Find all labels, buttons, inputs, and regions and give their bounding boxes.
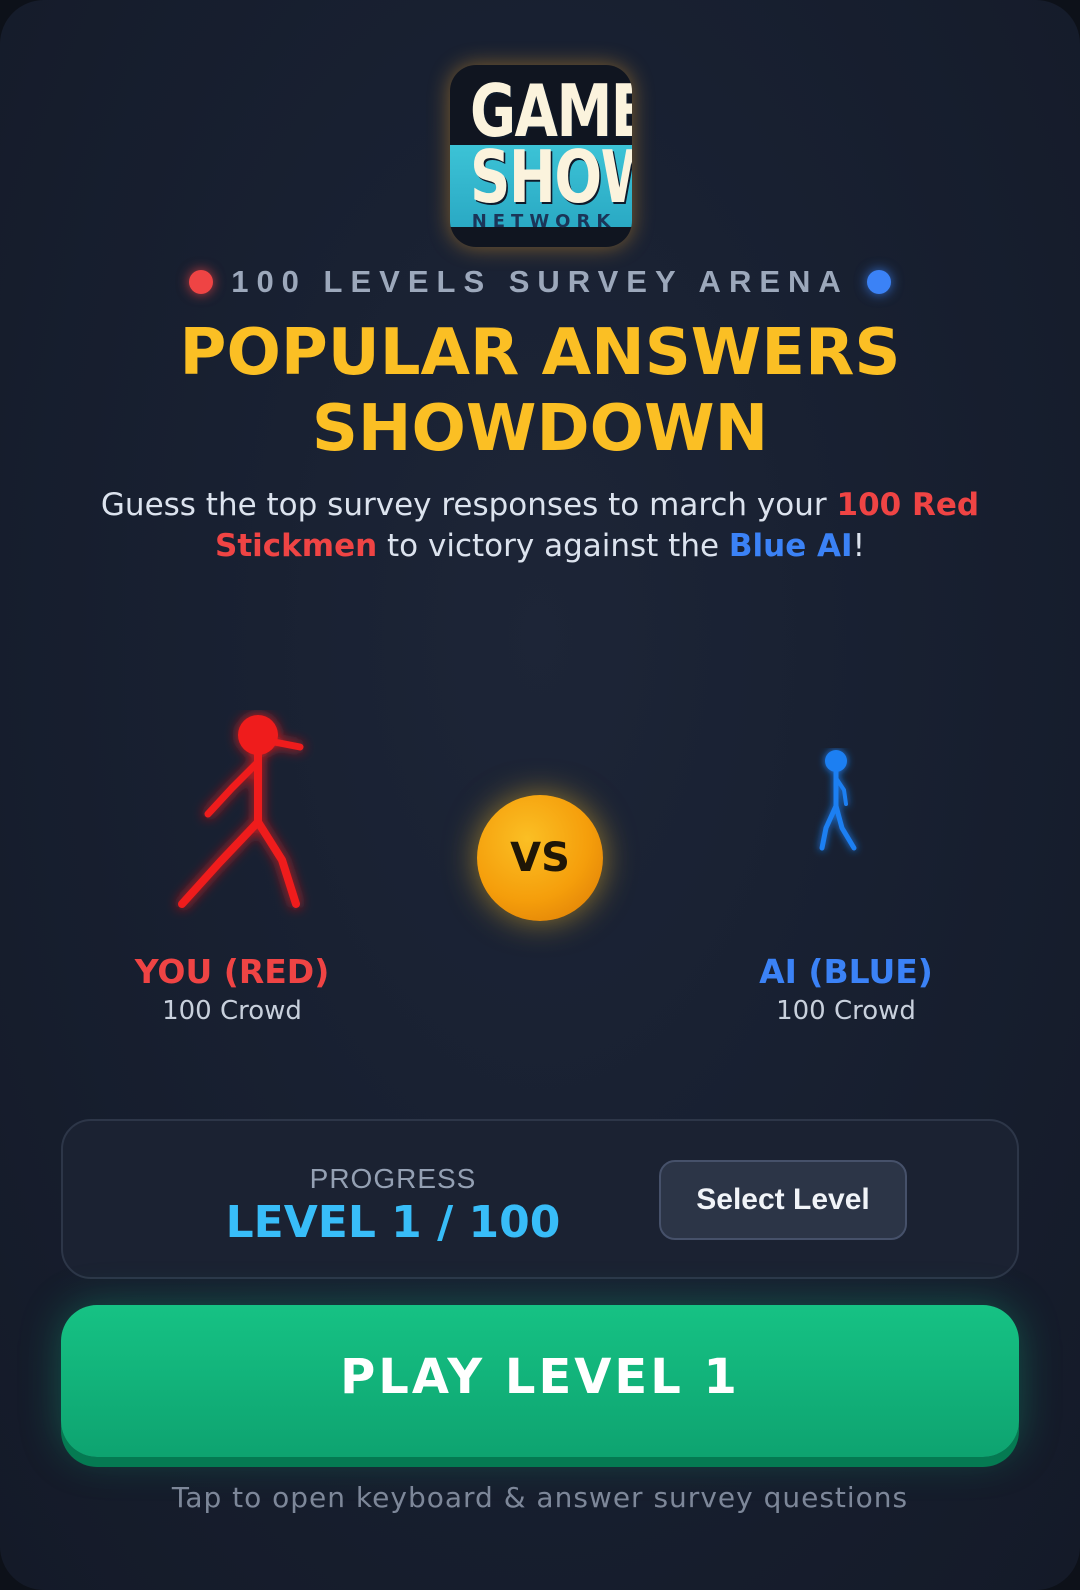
progress-panel: PROGRESS LEVEL 1 / 100 Select Level (61, 1119, 1019, 1279)
subtitle-text-3: ! (852, 528, 865, 564)
subtitle-text-1: Guess the top survey responses to march … (100, 487, 837, 523)
progress-label: PROGRESS (309, 1163, 477, 1194)
progress-level-value: LEVEL 1 / 100 (225, 1197, 561, 1248)
subtitle-blue-highlight: Blue AI (728, 528, 853, 564)
blue-stickman-icon (819, 750, 857, 851)
arena-label-row: 100 LEVELS SURVEY ARENA (0, 260, 1080, 304)
ai-team-label: AI (BLUE) (759, 952, 933, 991)
blue-dot-icon (866, 270, 891, 294)
logo-text-show: SHOW (470, 135, 632, 219)
red-dot-icon (189, 270, 214, 294)
vs-badge: VS (477, 795, 603, 921)
game-show-network-logo: GAME SHOW NETWORK (450, 65, 632, 247)
select-level-button[interactable]: Select Level (659, 1160, 907, 1240)
game-start-screen: GAME SHOW NETWORK 100 LEVELS SURVEY AREN… (0, 0, 1080, 1590)
play-level-button[interactable]: PLAY LEVEL 1 (61, 1305, 1019, 1457)
ai-crowd-count: 100 Crowd (776, 996, 916, 1026)
arena-label: 100 LEVELS SURVEY ARENA (231, 264, 849, 299)
title-line-2: SHOWDOWN (311, 392, 769, 466)
red-stickman-icon (178, 715, 304, 908)
subtitle: Guess the top survey responses to march … (80, 485, 1000, 567)
logo-text-network: NETWORK (471, 211, 617, 232)
subtitle-text-2: to victory against the (377, 528, 729, 564)
title-line-1: POPULAR ANSWERS (179, 316, 901, 390)
player-team-label: YOU (RED) (134, 952, 330, 991)
play-level-label: PLAY LEVEL 1 (340, 1349, 740, 1405)
vs-label: VS (510, 835, 570, 881)
player-crowd-count: 100 Crowd (162, 996, 302, 1026)
keyboard-hint: Tap to open keyboard & answer survey que… (171, 1481, 909, 1514)
red-stickman-head (238, 715, 278, 755)
page-title: POPULAR ANSWERS SHOWDOWN (0, 315, 1080, 467)
